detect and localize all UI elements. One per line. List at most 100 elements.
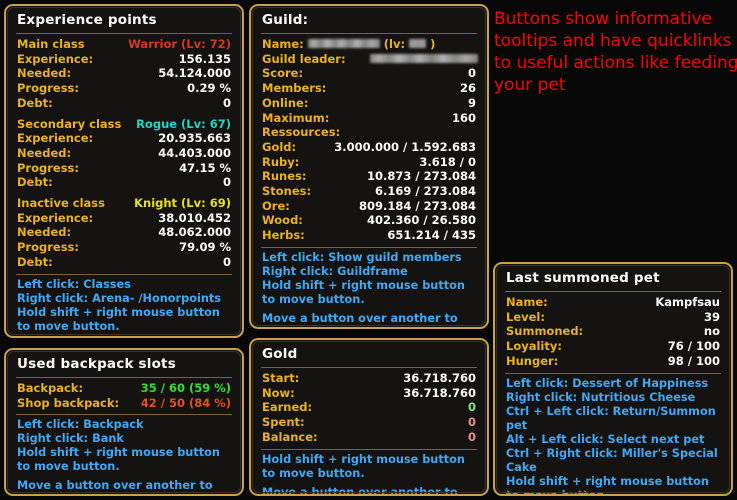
row-label: Earned: xyxy=(262,400,313,415)
hint-left-click: Left click: Backpack xyxy=(17,418,144,432)
row-label: Shop backpack: xyxy=(17,395,120,410)
row-label: Score: xyxy=(262,66,304,81)
divider xyxy=(261,246,477,248)
table-row: Ruby: 3.618 / 0 xyxy=(260,155,478,170)
row-label: Debt: xyxy=(17,254,53,269)
row-value: 0 xyxy=(467,415,476,430)
row-label: Experience: xyxy=(17,51,94,66)
table-row: Debt: 0 xyxy=(15,175,233,190)
guild-leader-row: Guild leader: xyxy=(260,52,478,67)
row-value: 39 xyxy=(703,309,720,324)
table-row: Wood: 402.360 / 26.580 xyxy=(260,213,478,228)
table-row: Start: 36.718.760 xyxy=(260,371,478,386)
divider xyxy=(16,414,232,416)
guild-leader-redacted xyxy=(370,53,478,63)
row-value: 0 xyxy=(222,175,231,190)
guild-name-row: Name: (lv: ) xyxy=(260,37,478,52)
panel-title-guild: Guild: xyxy=(262,12,309,28)
guild-panel[interactable]: Guild: Name: (lv: ) Guild leader: Score: xyxy=(249,4,489,329)
row-label: Progress: xyxy=(17,160,79,175)
divider xyxy=(16,377,232,378)
tooltip-hints-gold: Hold shift + right mouse button to move … xyxy=(260,448,478,494)
divider xyxy=(16,273,232,275)
table-row: Summoned: no xyxy=(504,324,722,339)
guild-level-prefix: (lv: xyxy=(383,37,406,51)
row-value: 0 xyxy=(467,400,476,415)
table-row: Score: 0 xyxy=(260,66,478,81)
row-label: Backpack: xyxy=(17,381,84,395)
row-label: Experience: xyxy=(17,210,94,225)
table-row: Experience: 20.935.663 xyxy=(15,131,233,146)
row-value: 36.718.760 xyxy=(403,385,476,400)
table-row: Progress: 47.15 % xyxy=(15,161,233,176)
row-value: 35 / 60 (59 %) xyxy=(140,381,231,395)
gold-panel[interactable]: Gold Start: 36.718.760 Now: 36.718.760 E… xyxy=(249,338,489,496)
row-label: Needed: xyxy=(17,145,72,160)
row-label: Hunger: xyxy=(506,353,559,368)
guild-name-redacted xyxy=(307,39,380,48)
row-value: 44.403.000 xyxy=(158,145,231,160)
hint-align-button: Move a button over another to align it a… xyxy=(262,311,458,327)
table-row: Progress: 0.29 % xyxy=(15,81,233,96)
resources-label: Ressources: xyxy=(262,125,341,140)
row-value: 3.000.000 / 1.592.683 xyxy=(334,139,476,154)
pet-rows: Name: Kampfsau Level: 39 Summoned: no Lo… xyxy=(504,295,722,369)
main-class-value: Warrior (Lv: 72) xyxy=(128,37,231,51)
row-value: 0.29 % xyxy=(187,81,231,96)
tooltip-hints-backpack: Left click: Backpack Right click: Bank H… xyxy=(15,414,233,494)
experience-group-header: Main class Warrior (Lv: 72) xyxy=(15,37,233,52)
hint-move-button: Hold shift + right mouse button to move … xyxy=(17,446,220,474)
table-row: Maximum: 160 xyxy=(260,111,478,126)
table-row: Level: 39 xyxy=(504,310,722,325)
experience-group-header: Secondary class Rogue (Lv: 67) xyxy=(15,117,233,132)
row-value: 79.09 % xyxy=(179,240,231,255)
hint-right-click: Right click: Guildframe xyxy=(262,264,408,278)
tooltip-hints-experience: Left click: Classes Right click: Arena- … xyxy=(15,273,233,336)
guild-rows: Name: (lv: ) Guild leader: Score: 0 Memb… xyxy=(260,37,478,243)
divider xyxy=(16,33,232,34)
row-label: Progress: xyxy=(17,240,79,255)
row-label: Maximum: xyxy=(262,110,330,125)
row-value: 36.718.760 xyxy=(403,371,476,385)
table-row: Experience: 38.010.452 xyxy=(15,211,233,226)
last-summoned-pet-panel[interactable]: Last summoned pet Name: Kampfsau Level: … xyxy=(493,262,733,496)
row-value: 48.062.000 xyxy=(158,225,231,240)
backpack-slots-panel[interactable]: Used backpack slots Backpack: 35 / 60 (5… xyxy=(4,348,244,496)
secondary-class-label: Secondary class xyxy=(17,116,122,131)
row-label: Online: xyxy=(262,95,309,110)
row-label: Balance: xyxy=(262,429,318,444)
hint-right-click: Right click: Bank xyxy=(17,432,124,446)
row-value: 20.935.663 xyxy=(158,131,231,146)
row-value: 0 xyxy=(222,254,231,269)
row-value: 156.135 xyxy=(178,51,231,66)
row-value: Kampfsau xyxy=(655,295,720,309)
guild-name-label: Name: xyxy=(262,37,304,51)
row-label: Summoned: xyxy=(506,324,584,339)
hint-left-click: Left click: Classes xyxy=(17,277,131,291)
row-label: Experience: xyxy=(17,131,94,146)
table-row: Ore: 809.184 / 273.084 xyxy=(260,199,478,214)
divider xyxy=(505,291,721,292)
row-value: 0 xyxy=(467,429,476,444)
tooltip-hints-guild: Left click: Show guild members Right cli… xyxy=(260,246,478,327)
table-row: Gold: 3.000.000 / 1.592.683 xyxy=(260,140,478,155)
divider xyxy=(261,367,477,368)
row-label: Ruby: xyxy=(262,154,300,169)
row-label: Wood: xyxy=(262,213,303,228)
hint-alt-left-click: Alt + Left click: Select next pet xyxy=(506,432,705,446)
row-label: Spent: xyxy=(262,415,305,430)
row-value: 26 xyxy=(459,81,476,96)
row-value: 3.618 / 0 xyxy=(419,154,476,169)
row-value: 54.124.000 xyxy=(158,66,231,81)
row-value: 38.010.452 xyxy=(158,210,231,225)
table-row: Loyality: 76 / 100 xyxy=(504,339,722,354)
row-value: 651.214 / 435 xyxy=(387,228,476,243)
row-label: Needed: xyxy=(17,225,72,240)
main-class-label: Main class xyxy=(17,37,85,51)
table-row: Online: 9 xyxy=(260,96,478,111)
row-value: 76 / 100 xyxy=(667,339,720,354)
table-row: Needed: 48.062.000 xyxy=(15,225,233,240)
tooltip-hints-pet: Left click: Dessert of Happiness Right c… xyxy=(504,372,722,494)
experience-points-panel[interactable]: Experience points Main class Warrior (Lv… xyxy=(4,4,244,338)
table-row: Progress: 79.09 % xyxy=(15,240,233,255)
